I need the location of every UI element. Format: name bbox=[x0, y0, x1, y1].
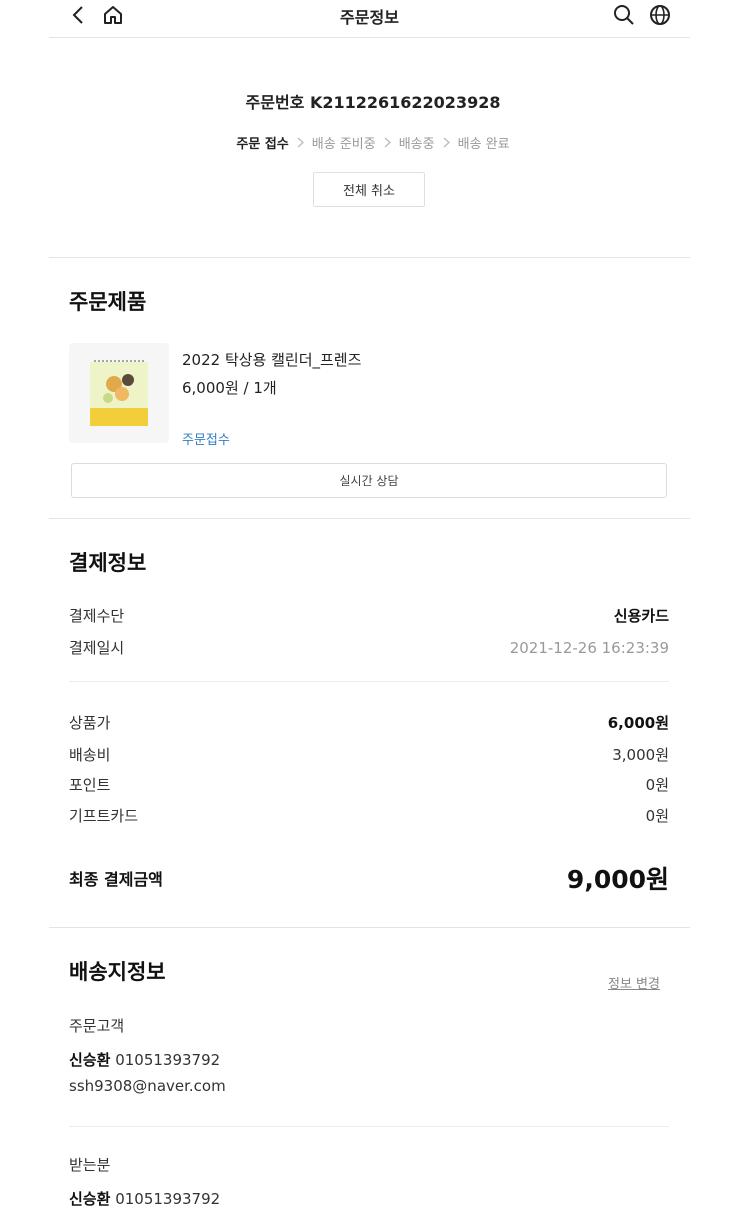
step-order-received: 주문 접수 bbox=[236, 137, 289, 152]
globe-icon[interactable] bbox=[647, 2, 673, 28]
calendar-product-image bbox=[90, 360, 148, 426]
step-preparing: 배송 준비중 bbox=[311, 137, 376, 152]
total-payment-value: 9,000원 bbox=[566, 865, 669, 894]
points-label: 포인트 bbox=[69, 776, 111, 794]
payment-method-row: 결제수단 신용카드 bbox=[69, 605, 669, 626]
total-payment-row: 최종 결제금액 9,000원 bbox=[69, 860, 669, 896]
recipient-label: 받는분 bbox=[69, 1156, 111, 1174]
shipping-fee-row: 배송비 3,000원 bbox=[69, 744, 669, 765]
points-value: 0원 bbox=[645, 776, 669, 794]
payment-method-value: 신용카드 bbox=[613, 607, 669, 625]
payment-date-value: 2021-12-26 16:23:39 bbox=[509, 638, 669, 657]
products-section-title: 주문제품 bbox=[69, 290, 147, 314]
recipient-phone: 01051393792 bbox=[115, 1190, 221, 1208]
payment-section-title: 결제정보 bbox=[69, 551, 147, 575]
recipient-contact: 신승환 01051393792 bbox=[69, 1188, 220, 1209]
product-price-label: 상품가 bbox=[69, 714, 111, 732]
chevron-right-icon bbox=[443, 137, 450, 148]
edit-info-link[interactable]: 정보 변경 bbox=[608, 973, 660, 992]
customer-label: 주문고객 bbox=[69, 1017, 125, 1035]
customer-email: ssh9308@naver.com bbox=[69, 1077, 226, 1095]
product-price-row: 상품가 6,000원 bbox=[69, 712, 669, 733]
points-row: 포인트 0원 bbox=[69, 774, 669, 795]
total-payment-label: 최종 결제금액 bbox=[69, 870, 163, 889]
payment-date-label: 결제일시 bbox=[69, 639, 125, 657]
live-chat-button[interactable]: 실시간 상담 bbox=[71, 463, 667, 498]
step-delivered: 배송 완료 bbox=[457, 137, 510, 152]
delivery-subdivider bbox=[69, 1126, 669, 1127]
recipient-name: 신승환 bbox=[69, 1190, 111, 1208]
section-divider bbox=[49, 257, 690, 258]
section-divider bbox=[49, 518, 690, 519]
product-price-quantity: 6,000원 / 1개 bbox=[182, 379, 277, 397]
product-price-value: 6,000원 bbox=[607, 714, 669, 732]
delivery-section-title: 배송지정보 bbox=[69, 960, 166, 984]
payment-method-label: 결제수단 bbox=[69, 607, 125, 625]
product-name[interactable]: 2022 탁상용 캘린더_프렌즈 bbox=[182, 349, 361, 370]
customer-contact: 신승환 01051393792 bbox=[69, 1049, 220, 1070]
giftcard-label: 기프트카드 bbox=[69, 807, 139, 825]
step-shipping: 배송중 bbox=[398, 137, 435, 152]
cancel-all-button[interactable]: 전체 취소 bbox=[313, 172, 425, 207]
payment-subdivider bbox=[69, 681, 669, 682]
search-icon[interactable] bbox=[611, 2, 637, 28]
product-order-status: 주문접수 bbox=[182, 433, 230, 448]
shipping-fee-value: 3,000원 bbox=[612, 746, 669, 764]
top-bar: 주문정보 bbox=[49, 0, 690, 38]
shipping-fee-label: 배송비 bbox=[69, 746, 111, 764]
chevron-right-icon bbox=[384, 137, 391, 148]
order-progress-steps: 주문 접수 배송 준비중 배송중 배송 완료 bbox=[0, 133, 746, 152]
payment-date-row: 결제일시 2021-12-26 16:23:39 bbox=[69, 637, 669, 658]
customer-phone: 01051393792 bbox=[115, 1051, 221, 1069]
order-number: 주문번호 K2112261622023928 bbox=[245, 93, 501, 112]
giftcard-value: 0원 bbox=[645, 807, 669, 825]
product-thumbnail[interactable] bbox=[69, 343, 169, 443]
giftcard-row: 기프트카드 0원 bbox=[69, 805, 669, 826]
customer-name: 신승환 bbox=[69, 1051, 111, 1069]
section-divider bbox=[49, 927, 690, 928]
chevron-right-icon bbox=[297, 137, 304, 148]
page-title: 주문정보 bbox=[340, 8, 399, 27]
